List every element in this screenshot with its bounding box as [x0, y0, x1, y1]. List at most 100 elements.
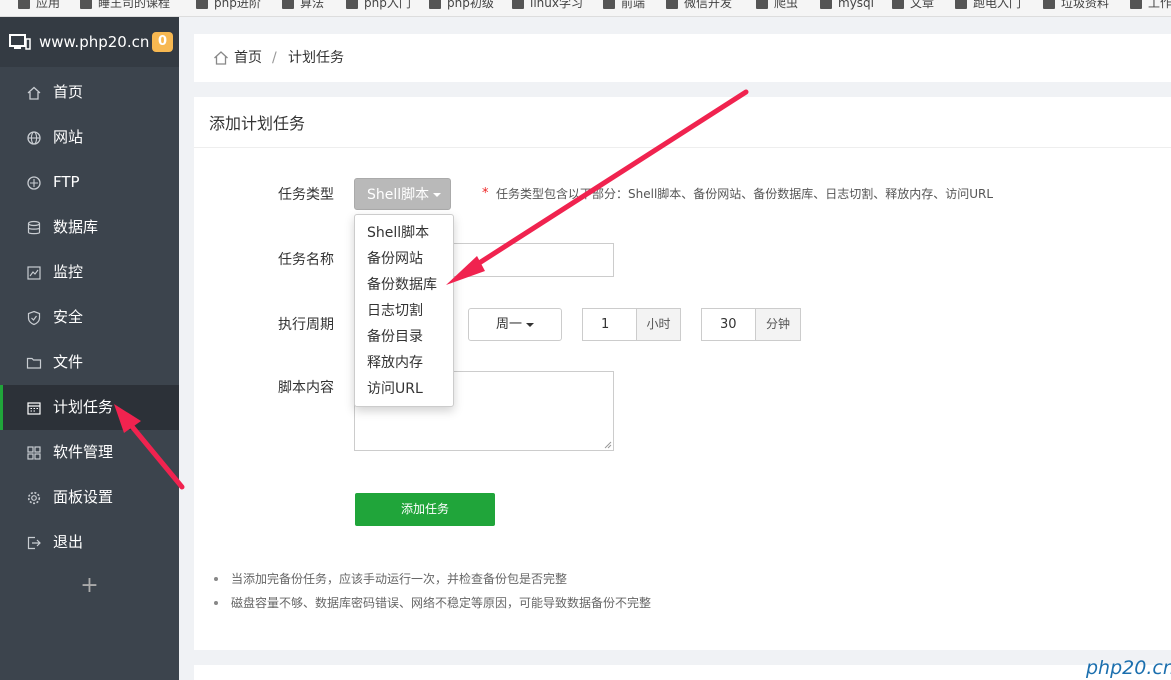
- home-icon: [214, 51, 228, 65]
- sidebar-item-label: 面板设置: [53, 488, 114, 506]
- folder-icon: [1130, 0, 1142, 9]
- folder-icon: [666, 0, 678, 9]
- sidebar-item-monitor[interactable]: 监控: [0, 250, 179, 295]
- monitor-icon: [27, 266, 41, 280]
- brand-text: www.php20.cn: [39, 33, 150, 51]
- sidebar-item-software[interactable]: 软件管理: [0, 430, 179, 475]
- folder-icon: [603, 0, 615, 9]
- folder-icon: [429, 0, 441, 9]
- folder-icon: [820, 0, 832, 9]
- dropdown-option-backup-dir[interactable]: 备份目录: [367, 327, 423, 347]
- dropdown-option-backup-database[interactable]: 备份数据库: [367, 275, 437, 295]
- dropdown-option-log-rotate[interactable]: 日志切割: [367, 301, 423, 321]
- note-item: 磁盘容量不够、数据库密码错误、网络不稳定等原因，可能导致数据备份不完整: [214, 594, 651, 612]
- add-shortcut-button[interactable]: +: [0, 563, 179, 608]
- database-icon: [27, 220, 41, 235]
- dropdown-option-free-memory[interactable]: 释放内存: [367, 353, 423, 373]
- add-task-panel: 添加计划任务 任务类型 Shell脚本 * 任务类型包含以下部分：Shell脚本…: [194, 97, 1171, 650]
- calendar-icon: [27, 402, 41, 415]
- sidebar-item-files[interactable]: 文件: [0, 340, 179, 385]
- bookmark-item[interactable]: php入门: [346, 0, 411, 13]
- task-name-label: 任务名称: [278, 252, 334, 268]
- breadcrumb-separator: /: [272, 50, 277, 66]
- folder-icon: [512, 0, 524, 9]
- breadcrumb-home-link[interactable]: 首页: [234, 48, 262, 68]
- bookmark-item[interactable]: mysql: [820, 0, 874, 13]
- bookmark-item[interactable]: 垃圾资料: [1043, 0, 1109, 13]
- dropdown-option-visit-url[interactable]: 访问URL: [367, 379, 423, 399]
- folder-icon: [1043, 0, 1055, 9]
- dropdown-option-shell[interactable]: Shell脚本: [367, 223, 429, 243]
- grid-icon: [27, 446, 41, 460]
- breadcrumb: 首页 / 计划任务: [194, 34, 1171, 82]
- notification-badge[interactable]: 0: [152, 32, 173, 52]
- bookmark-item[interactable]: 爬虫: [756, 0, 798, 13]
- task-type-dropdown: Shell脚本 备份网站 备份数据库 日志切割 备份目录 释放内存 访问URL: [354, 214, 454, 407]
- minute-unit: 分钟: [756, 308, 801, 341]
- weekday-value: 周一: [495, 317, 522, 332]
- sidebar-item-logout[interactable]: 退出: [0, 520, 179, 565]
- bookmark-item[interactable]: 应用: [18, 0, 60, 13]
- sidebar-item-label: 软件管理: [53, 443, 114, 461]
- logout-icon: [27, 536, 41, 550]
- dropdown-option-backup-site[interactable]: 备份网站: [367, 249, 423, 269]
- globe-icon: [27, 131, 41, 145]
- breadcrumb-current: 计划任务: [288, 50, 344, 66]
- folder-icon: [282, 0, 294, 9]
- sidebar-item-label: 退出: [53, 533, 84, 551]
- watermark: php20.cn: [1086, 657, 1171, 679]
- bookmark-item[interactable]: php初级: [429, 0, 494, 13]
- note-item: 当添加完备份任务，应该手动运行一次，并检查备份包是否完整: [214, 570, 567, 588]
- sidebar-item-label: 数据库: [53, 218, 99, 236]
- sidebar-item-ftp[interactable]: FTP: [0, 160, 179, 205]
- brand: www.php20.cn 0: [0, 17, 179, 67]
- folder-icon: [892, 0, 904, 9]
- sidebar-item-website[interactable]: 网站: [0, 115, 179, 160]
- bookmark-item[interactable]: 文章: [892, 0, 934, 13]
- caret-down-icon: [433, 193, 442, 197]
- bookmark-icon: [80, 0, 92, 9]
- sidebar-item-security[interactable]: 安全: [0, 295, 179, 340]
- ftp-icon: [27, 176, 41, 190]
- folder-icon: [756, 0, 768, 9]
- bookmark-item[interactable]: 睡王司的课程: [80, 0, 170, 13]
- weekday-select[interactable]: 周一: [468, 308, 562, 341]
- task-type-value: Shell脚本: [367, 187, 430, 203]
- sidebar-item-label: 网站: [53, 128, 84, 146]
- sidebar-item-settings[interactable]: 面板设置: [0, 475, 179, 520]
- panel-title: 添加计划任务: [209, 114, 306, 133]
- minute-input[interactable]: 30: [701, 308, 756, 341]
- folder-icon: [346, 0, 358, 9]
- bookmark-item[interactable]: 前端: [603, 0, 645, 13]
- add-task-button[interactable]: 添加任务: [355, 493, 495, 526]
- sidebar-item-label: 首页: [53, 83, 84, 101]
- cycle-label: 执行周期: [278, 317, 334, 333]
- bookmark-item[interactable]: linux学习: [512, 0, 583, 13]
- sidebar: www.php20.cn 0 首页 网站 FTP 数据库 监控 安全 文件 计划…: [0, 17, 179, 680]
- sidebar-item-label: 文件: [53, 353, 84, 371]
- sidebar-item-database[interactable]: 数据库: [0, 205, 179, 250]
- sidebar-item-home[interactable]: 首页: [0, 70, 179, 115]
- bookmark-item[interactable]: 算法: [282, 0, 324, 13]
- folder-icon: [26, 357, 42, 369]
- hour-input[interactable]: 1: [582, 308, 637, 341]
- bookmark-item[interactable]: php进阶: [196, 0, 261, 13]
- task-type-label: 任务类型: [278, 187, 334, 203]
- sidebar-nav: 首页 网站 FTP 数据库 监控 安全 文件 计划任务 软件管理 面板设置 退出: [0, 70, 179, 565]
- folder-icon: [955, 0, 967, 9]
- sidebar-item-cron[interactable]: 计划任务: [0, 385, 179, 430]
- sidebar-item-label: 计划任务: [53, 398, 114, 416]
- gear-icon: [27, 491, 41, 505]
- next-panel: [194, 665, 1171, 680]
- resize-grip-icon[interactable]: [604, 441, 612, 449]
- bookmark-bar: 应用 睡王司的课程 php进阶 算法 php入门 php初级 linux学习 前…: [0, 0, 1171, 17]
- bookmark-item[interactable]: 工作: [1130, 0, 1171, 13]
- sidebar-item-label: 安全: [53, 308, 84, 326]
- folder-icon: [196, 0, 208, 9]
- home-icon: [27, 86, 41, 100]
- shield-icon: [27, 310, 41, 326]
- bookmark-item[interactable]: 微信开发: [666, 0, 732, 13]
- sidebar-item-label: 监控: [53, 263, 84, 281]
- bookmark-item[interactable]: 跑电入门: [955, 0, 1021, 13]
- task-type-select[interactable]: Shell脚本: [354, 178, 451, 210]
